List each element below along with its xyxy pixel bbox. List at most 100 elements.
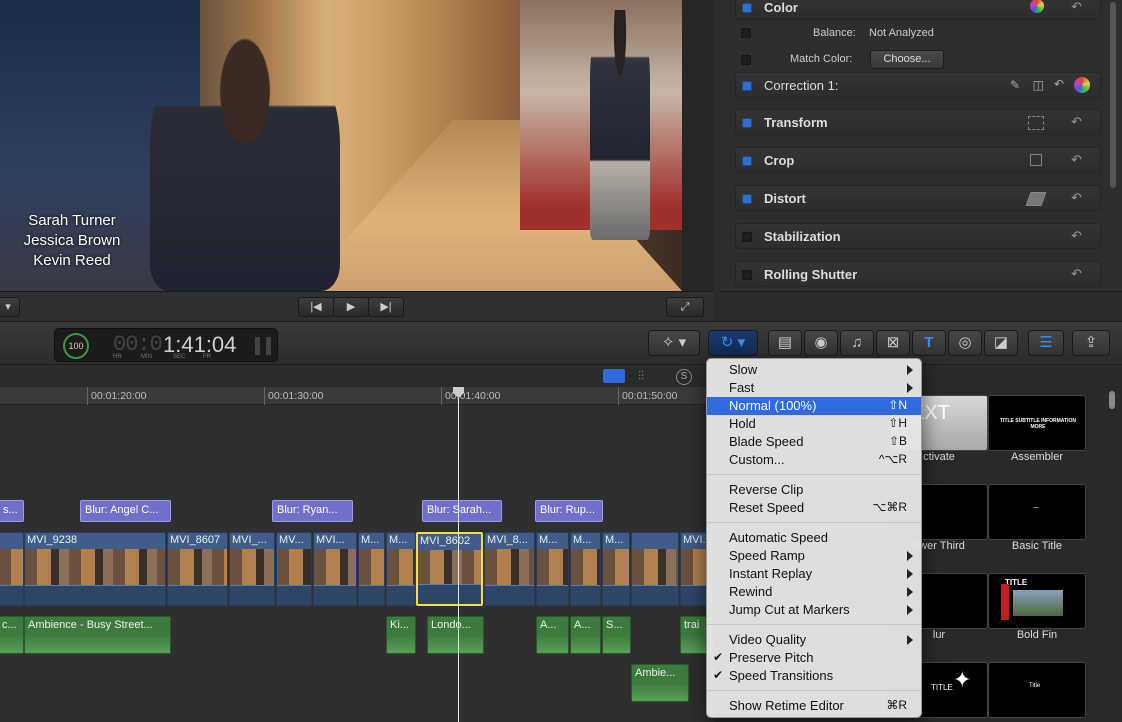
reset-icon[interactable]: ↶ xyxy=(1071,0,1082,15)
menu-item-fast[interactable]: Fast xyxy=(707,379,921,397)
generator-thumbnail[interactable]: Title xyxy=(988,662,1086,718)
play-icon[interactable]: ▶ xyxy=(333,297,369,317)
menu-item-normal[interactable]: Normal (100%) ⇧N xyxy=(707,397,921,415)
stabilization-section[interactable]: Stabilization ↶ xyxy=(735,223,1101,249)
menu-item-blade-speed[interactable]: Blade Speed ⇧B xyxy=(707,433,921,451)
enhancements-button[interactable]: ✧ ▾ xyxy=(648,330,700,356)
color-board-icon[interactable] xyxy=(1030,0,1044,13)
generator-thumbnail[interactable]: — xyxy=(988,484,1086,540)
video-clip-selected[interactable]: MVI_8602 xyxy=(416,532,483,606)
viewer-menu-button[interactable]: ▾ xyxy=(0,297,20,317)
menu-item-speed-ramp[interactable]: Speed Ramp xyxy=(707,547,921,565)
video-clip[interactable]: MVI... xyxy=(313,532,357,606)
menu-item-automatic-speed[interactable]: Automatic Speed xyxy=(707,529,921,547)
crop-icon[interactable] xyxy=(1030,154,1042,166)
menu-item-rewind[interactable]: Rewind xyxy=(707,583,921,601)
video-effects-icon[interactable]: ▤ xyxy=(768,330,802,356)
video-clip[interactable]: M... xyxy=(358,532,385,606)
reset-icon[interactable]: ↶ xyxy=(1071,190,1082,206)
color-enable-checkbox[interactable] xyxy=(742,3,752,13)
reset-icon[interactable]: ↶ xyxy=(1071,266,1082,282)
menu-item-show-retime-editor[interactable]: Show Retime Editor ⌘R xyxy=(707,697,921,715)
menu-item-reset-speed[interactable]: Reset Speed ⌥⌘R xyxy=(707,499,921,517)
photos-icon[interactable]: ◉ xyxy=(804,330,838,356)
fullscreen-icon[interactable]: ⤢ xyxy=(666,297,704,317)
title-clip[interactable]: s... xyxy=(0,500,24,522)
menu-item-video-quality[interactable]: Video Quality xyxy=(707,631,921,649)
menu-item-speed-transitions[interactable]: ✔ Speed Transitions xyxy=(707,667,921,685)
menu-item-custom[interactable]: Custom... ^⌥R xyxy=(707,451,921,469)
video-clip[interactable]: MV... xyxy=(276,532,312,606)
correction-enable-checkbox[interactable] xyxy=(742,81,752,91)
title-clip[interactable]: Blur: Ryan... xyxy=(272,500,353,522)
menu-item-slow[interactable]: Slow xyxy=(707,361,921,379)
menu-item-jump-cut[interactable]: Jump Cut at Markers xyxy=(707,601,921,619)
rolling-shutter-section[interactable]: Rolling Shutter ↶ xyxy=(735,261,1101,287)
distort-enable-checkbox[interactable] xyxy=(742,194,752,204)
generators-icon[interactable]: ◎ xyxy=(948,330,982,356)
go-to-start-icon[interactable]: |◀ xyxy=(298,297,334,317)
share-icon[interactable]: ⇪ xyxy=(1072,330,1110,356)
audio-clip[interactable]: c... xyxy=(0,616,24,654)
balance-checkbox[interactable] xyxy=(741,28,751,38)
distort-section[interactable]: Distort ↶ xyxy=(735,185,1101,211)
reset-icon[interactable]: ↶ xyxy=(1071,152,1082,168)
crop-enable-checkbox[interactable] xyxy=(742,156,752,166)
color-section[interactable]: Color ↶ xyxy=(735,0,1101,20)
go-to-end-icon[interactable]: ▶| xyxy=(368,297,404,317)
video-clip[interactable]: M... xyxy=(602,532,630,606)
audio-clip[interactable]: Ki... xyxy=(386,616,416,654)
video-clip[interactable]: M... xyxy=(536,532,569,606)
themes-icon[interactable]: ◪ xyxy=(984,330,1018,356)
menu-item-reverse-clip[interactable]: Reverse Clip xyxy=(707,481,921,499)
transitions-icon[interactable]: ⊠ xyxy=(876,330,910,356)
playhead[interactable] xyxy=(458,388,459,722)
match-color-checkbox[interactable] xyxy=(741,55,751,65)
clip-appearance-icon[interactable] xyxy=(603,369,625,383)
browser-scrollbar[interactable] xyxy=(1109,391,1115,409)
title-clip[interactable]: Blur: Rup... xyxy=(535,500,603,522)
video-clip[interactable] xyxy=(631,532,679,606)
transform-handles-icon[interactable] xyxy=(1028,116,1044,130)
audio-clip[interactable]: Ambience - Busy Street... xyxy=(24,616,171,654)
transform-enable-checkbox[interactable] xyxy=(742,118,752,128)
generator-thumbnail[interactable]: TITLE xyxy=(988,573,1086,629)
camera-icon[interactable]: ◫ xyxy=(1033,78,1044,92)
menu-item-preserve-pitch[interactable]: ✔ Preserve Pitch xyxy=(707,649,921,667)
rolling-shutter-enable-checkbox[interactable] xyxy=(742,270,752,280)
retime-button[interactable]: ↻ ▾ xyxy=(708,330,758,356)
timeline-ruler[interactable]: 00:01:20:00 00:01:30:00 00:01:40:00 00:0… xyxy=(0,387,714,405)
crop-section[interactable]: Crop ↶ xyxy=(735,147,1101,173)
correction-section[interactable]: Correction 1: ✎ ◫ ↶ xyxy=(735,72,1101,98)
titles-icon[interactable]: T xyxy=(912,330,946,356)
video-clip[interactable]: MVI_... xyxy=(229,532,275,606)
audio-clip[interactable]: Ambie... xyxy=(631,664,689,702)
video-clip[interactable]: MVI_9238 xyxy=(24,532,166,606)
color-wheel-icon[interactable] xyxy=(1074,77,1090,93)
inspector-toggle-icon[interactable]: ☰ xyxy=(1028,330,1064,356)
reset-icon[interactable]: ↶ xyxy=(1054,77,1064,91)
menu-item-instant-replay[interactable]: Instant Replay xyxy=(707,565,921,583)
audio-clip[interactable]: A... xyxy=(570,616,601,654)
magic-wand-icon[interactable]: ✎ xyxy=(1010,78,1020,92)
stabilization-enable-checkbox[interactable] xyxy=(742,232,752,242)
title-clip[interactable]: Blur: Sarah... xyxy=(422,500,502,522)
reset-icon[interactable]: ↶ xyxy=(1071,114,1082,130)
video-clip[interactable]: M... xyxy=(386,532,416,606)
video-clip[interactable] xyxy=(0,532,24,606)
audio-skimming-icon[interactable]: ⫶⫶ xyxy=(638,369,660,383)
audio-clip[interactable]: A... xyxy=(536,616,569,654)
audio-clip[interactable]: S... xyxy=(602,616,631,654)
distort-icon[interactable] xyxy=(1025,192,1047,206)
audio-clip[interactable]: Londo... xyxy=(427,616,484,654)
inspector-scrollbar[interactable] xyxy=(1110,2,1116,188)
video-clip[interactable]: MVI_8607 xyxy=(167,532,228,606)
music-icon[interactable]: ♫ xyxy=(840,330,874,356)
choose-button[interactable]: Choose... xyxy=(870,50,944,69)
menu-item-hold[interactable]: Hold ⇧H xyxy=(707,415,921,433)
reset-icon[interactable]: ↶ xyxy=(1071,228,1082,244)
title-clip[interactable]: Blur: Angel C... xyxy=(80,500,171,522)
video-clip[interactable]: M... xyxy=(570,532,601,606)
solo-icon[interactable]: S xyxy=(676,369,692,385)
transform-section[interactable]: Transform ↶ xyxy=(735,109,1101,135)
